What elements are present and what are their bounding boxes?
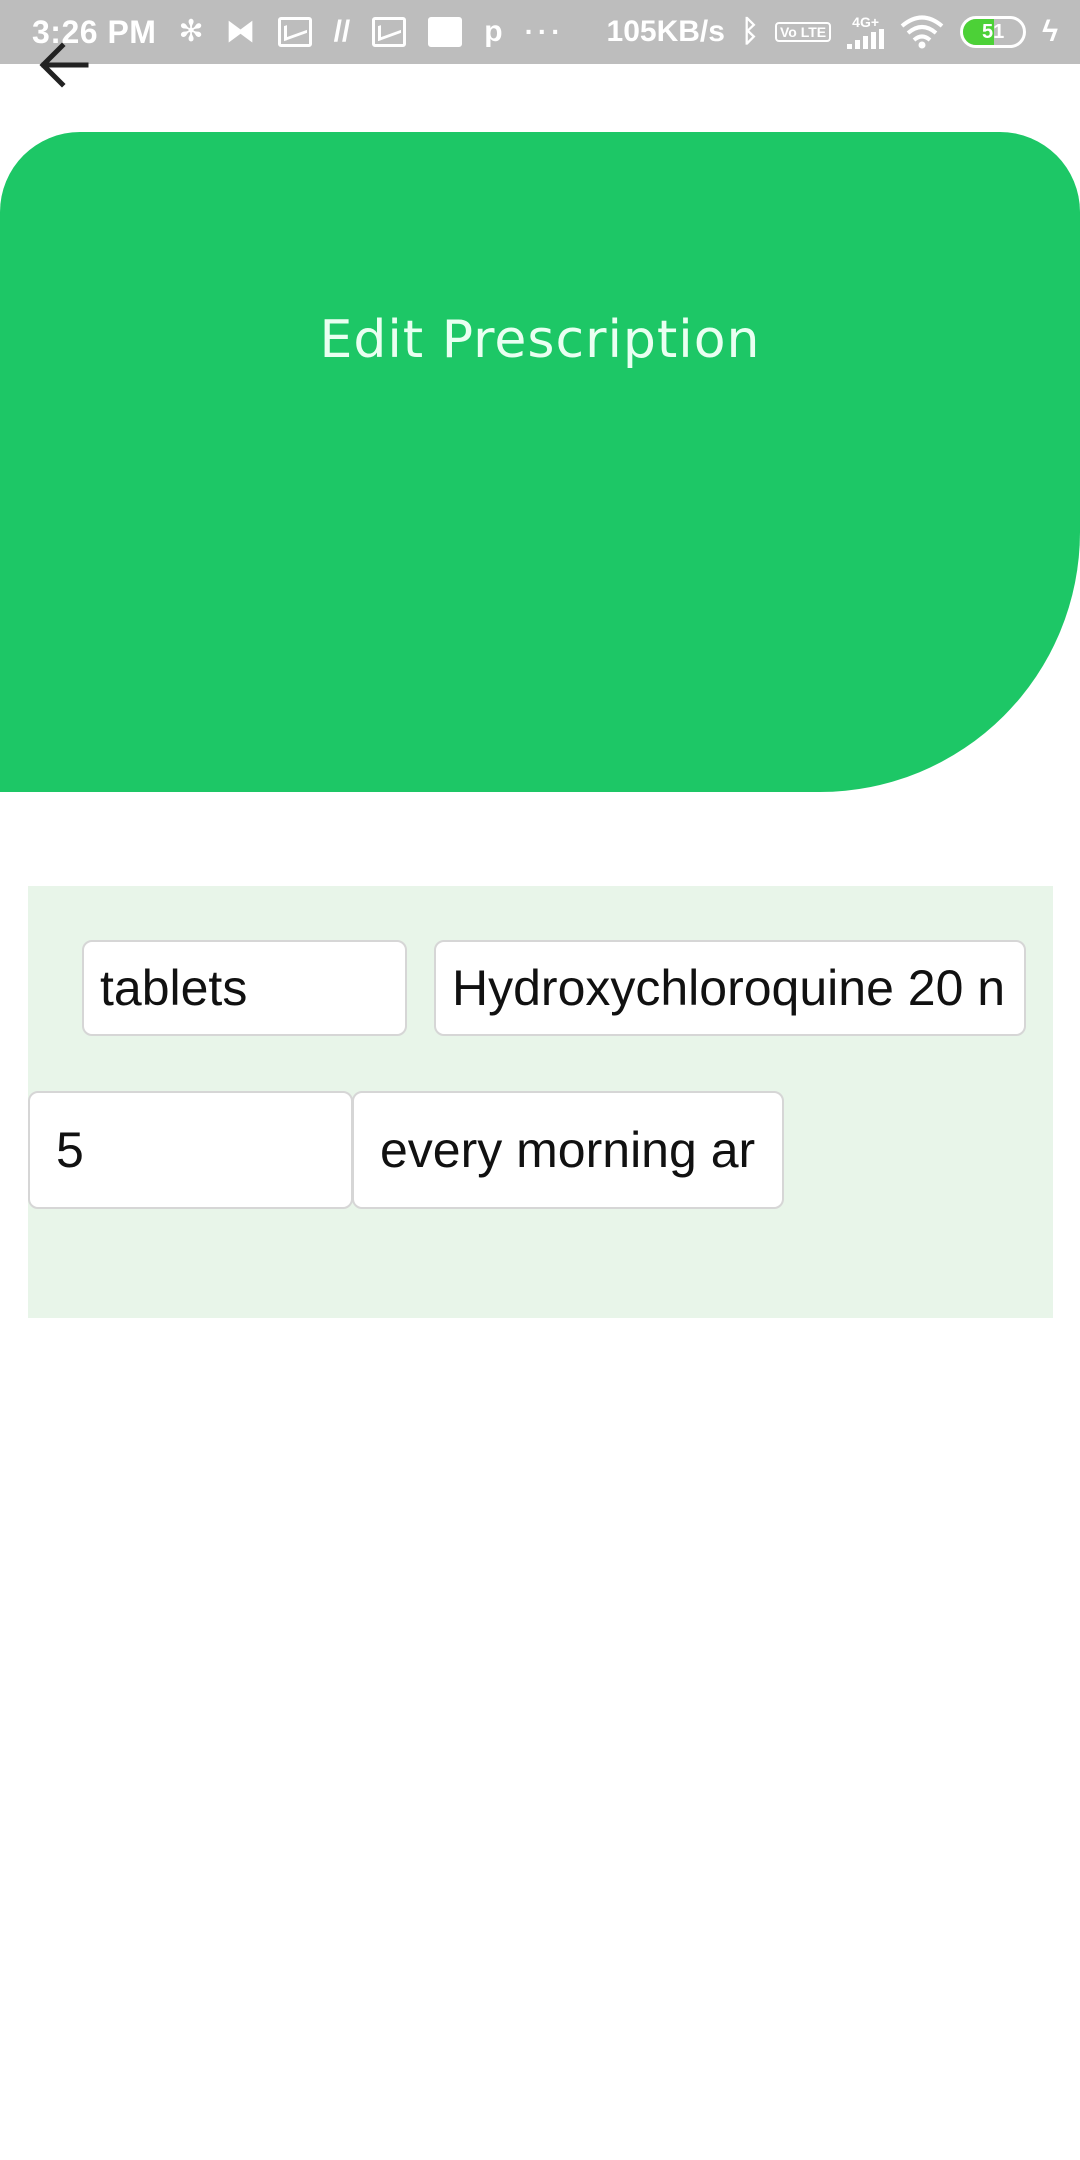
drug-name-input[interactable]: [452, 959, 1008, 1017]
frequency-input[interactable]: [380, 1121, 756, 1179]
status-bar: 3:26 PM ✻ ⧓ // p ··· 105KB/s ᛒ Vo LTE 4G…: [0, 0, 1080, 64]
gmail-icon: [277, 17, 312, 47]
volte-icon: Vo LTE: [774, 22, 832, 42]
drug-name-field[interactable]: [434, 940, 1026, 1036]
unit-field[interactable]: [82, 940, 407, 1036]
network-type: 4G+: [852, 14, 880, 30]
square-icon: [428, 17, 463, 47]
wifi-icon: [900, 15, 944, 49]
page-title: Edit Prescription: [319, 310, 761, 370]
overflow-dots-icon: ···: [524, 16, 565, 47]
squarespace-icon: ⧓: [225, 15, 256, 48]
signal-bars-icon: [847, 29, 885, 49]
gmail-icon: [372, 17, 407, 47]
bluetooth-icon: ᛒ: [740, 15, 759, 48]
quantity-input[interactable]: [56, 1121, 325, 1179]
slack-icon: ✻: [178, 15, 204, 48]
back-arrow-icon: [39, 42, 89, 88]
status-bar-right: 105KB/s ᛒ Vo LTE 4G+ 51 ϟ: [607, 15, 1058, 49]
network-speed: 105KB/s: [606, 15, 725, 48]
prescription-form: [28, 886, 1053, 1318]
cellular-signal: 4G+: [847, 14, 885, 49]
n-icon: //: [333, 15, 351, 48]
p-icon: p: [484, 15, 503, 48]
screen: 3:26 PM ✻ ⧓ // p ··· 105KB/s ᛒ Vo LTE 4G…: [0, 0, 1080, 2160]
quantity-field[interactable]: [28, 1091, 353, 1209]
unit-input[interactable]: [100, 959, 389, 1017]
charging-icon: ϟ: [1042, 15, 1058, 48]
battery-icon: 51: [960, 16, 1027, 48]
status-bar-left: 3:26 PM ✻ ⧓ // p ···: [32, 14, 565, 51]
frequency-field[interactable]: [352, 1091, 784, 1209]
header-banner: Edit Prescription: [0, 132, 1080, 792]
back-button[interactable]: [34, 38, 94, 92]
battery-level: 51: [981, 20, 1005, 43]
